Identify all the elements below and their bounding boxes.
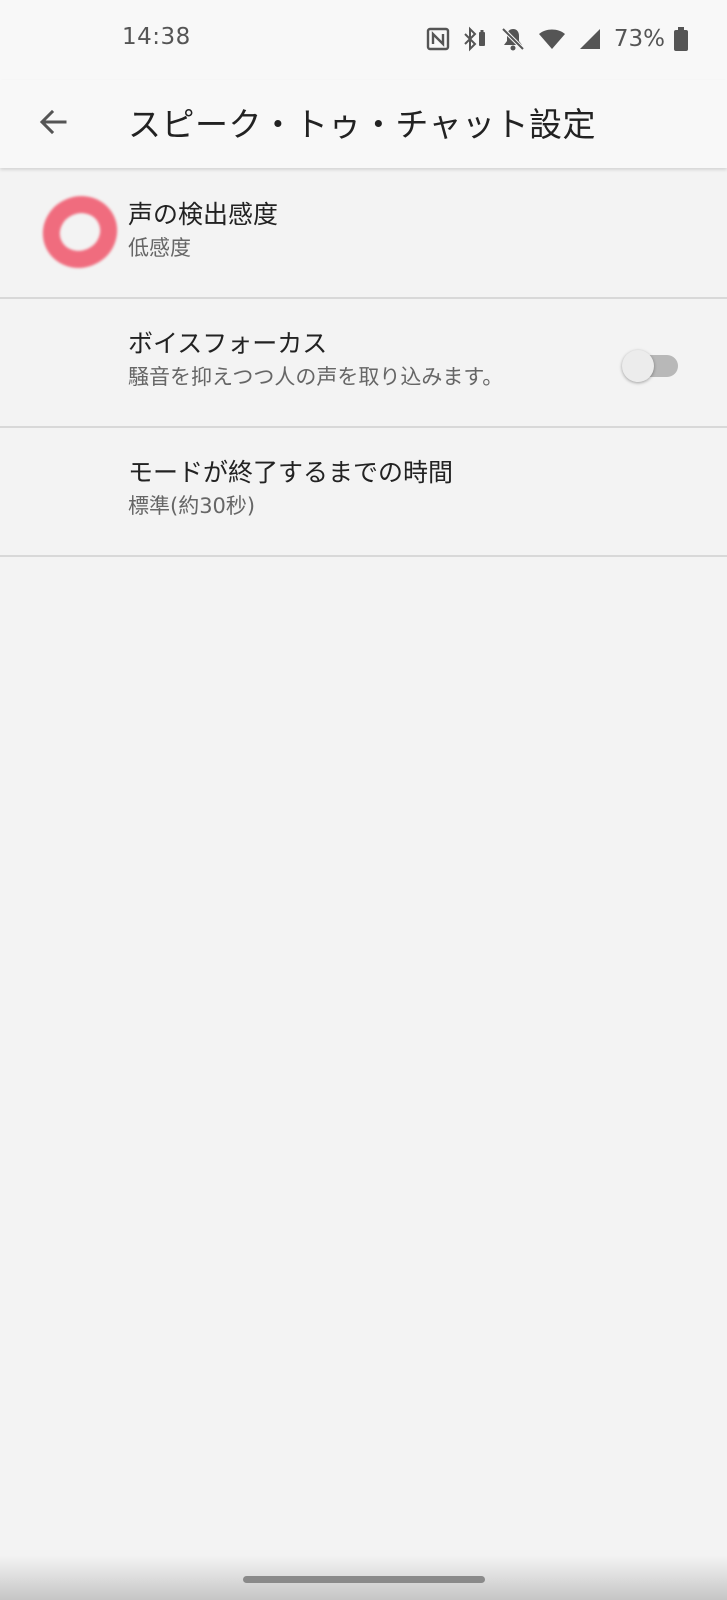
- voice-focus-toggle[interactable]: [622, 350, 680, 382]
- toggle-thumb: [622, 350, 654, 382]
- setting-text: ボイスフォーカス 騒音を抑えつつ人の声を取り込みます。: [128, 327, 503, 393]
- setting-text: モードが終了するまでの時間 標準(約30秒): [128, 456, 453, 522]
- arrow-back-icon: [37, 106, 69, 142]
- status-time: 14:38: [122, 24, 191, 50]
- battery-percent: 73%: [613, 26, 665, 52]
- wifi-icon: [538, 27, 566, 51]
- page-title: スピーク・トゥ・チャット設定: [128, 105, 597, 144]
- setting-voice-focus[interactable]: ボイスフォーカス 騒音を抑えつつ人の声を取り込みます。: [0, 299, 727, 428]
- setting-title: 声の検出感度: [128, 200, 279, 229]
- setting-voice-detection-sensitivity[interactable]: 声の検出感度 低感度: [0, 170, 727, 299]
- setting-title: ボイスフォーカス: [128, 329, 328, 358]
- status-icons: 73%: [426, 24, 689, 54]
- app-bar: スピーク・トゥ・チャット設定: [0, 80, 727, 168]
- setting-summary: 低感度: [128, 236, 191, 260]
- bluetooth-battery-icon: [462, 26, 488, 52]
- setting-mode-timeout[interactable]: モードが終了するまでの時間 標準(約30秒): [0, 428, 727, 557]
- setting-text: 声の検出感度 低感度: [128, 198, 278, 264]
- setting-summary: 騒音を抑えつつ人の声を取り込みます。: [128, 365, 504, 389]
- setting-summary: 標準(約30秒): [128, 494, 256, 518]
- notifications-off-icon: [500, 26, 526, 52]
- status-bar: 14:38 73%: [0, 0, 727, 80]
- settings-list: 声の検出感度 低感度 ボイスフォーカス 騒音を抑えつつ人の声を取り込みます。 モ…: [0, 170, 727, 557]
- annotation-circle-mark: [40, 192, 120, 272]
- setting-title: モードが終了するまでの時間: [128, 458, 454, 487]
- gesture-navigation-handle[interactable]: [243, 1576, 485, 1583]
- nfc-icon: [426, 27, 450, 51]
- back-button[interactable]: [26, 97, 80, 151]
- cellular-signal-icon: [578, 27, 602, 51]
- battery-icon: [673, 26, 689, 52]
